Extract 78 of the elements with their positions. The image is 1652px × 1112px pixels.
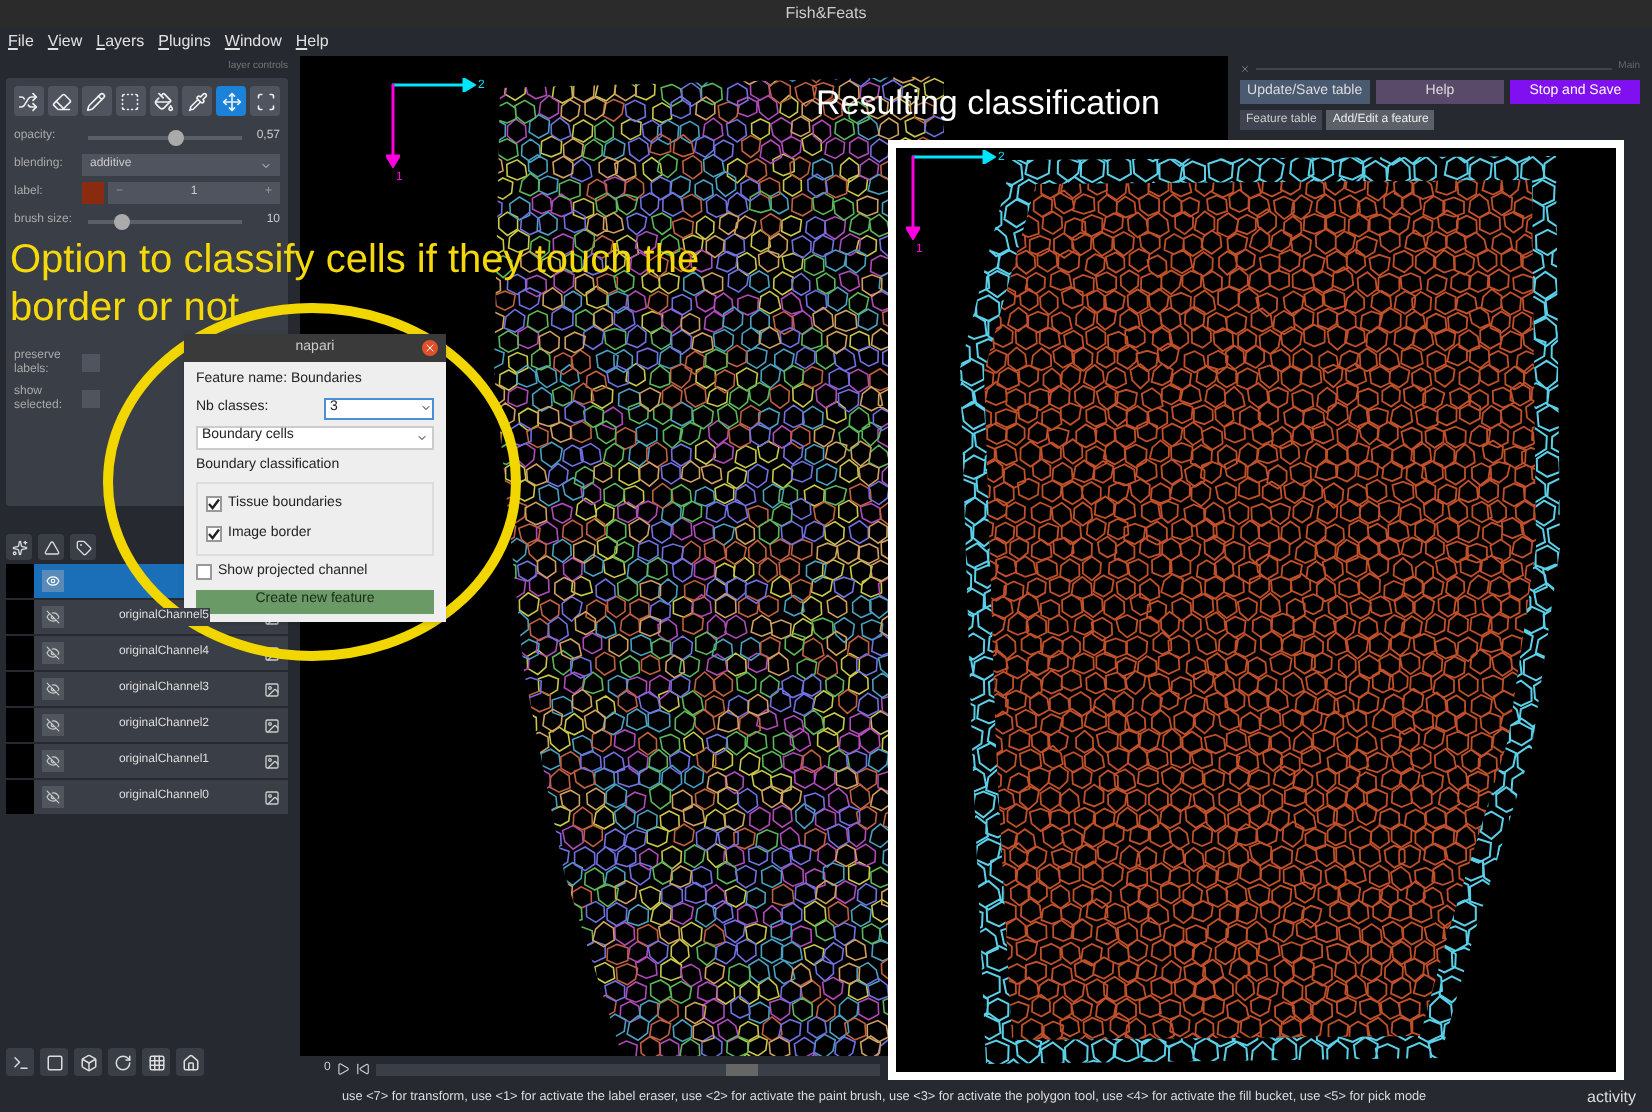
caret-icon	[420, 402, 432, 414]
console-button[interactable]	[6, 1048, 34, 1076]
move-icon	[221, 91, 242, 111]
image-icon	[264, 681, 280, 697]
tool-button[interactable]	[115, 86, 145, 116]
menu-item[interactable]: View	[47, 30, 83, 54]
close-icon	[424, 342, 436, 354]
checkbox[interactable]	[82, 390, 100, 408]
eye-icon[interactable]	[42, 570, 64, 592]
eye-off-icon[interactable]	[42, 606, 64, 628]
grid-button[interactable]	[142, 1048, 170, 1076]
eye-off-icon[interactable]	[42, 750, 64, 772]
image-icon	[264, 753, 280, 769]
tool-button[interactable]	[14, 86, 44, 116]
grid-icon	[147, 1053, 165, 1071]
tool-button[interactable]	[149, 86, 179, 116]
slider-handle[interactable]	[167, 129, 184, 145]
checkbox[interactable]	[196, 564, 212, 581]
layer-thumbnail	[6, 744, 34, 778]
caret-icon	[416, 431, 428, 443]
eye-off-icon[interactable]	[42, 786, 64, 808]
axis-x-arrow	[912, 150, 996, 164]
tool-button[interactable]	[216, 86, 247, 116]
menu-item[interactable]: Plugins	[158, 30, 211, 54]
menu-item[interactable]: File	[8, 30, 34, 54]
layer-tool-button[interactable]	[38, 534, 64, 560]
cube-icon	[79, 1053, 97, 1071]
rotate-icon	[113, 1053, 131, 1071]
image-icon	[264, 717, 280, 733]
menu-item[interactable]: Help	[295, 30, 329, 54]
square-icon	[45, 1053, 63, 1071]
slider-handle[interactable]	[113, 213, 130, 229]
eye-off-icon[interactable]	[42, 642, 64, 664]
home-button[interactable]	[176, 1048, 204, 1076]
layer-thumbnail	[6, 636, 34, 670]
tool-button[interactable]	[250, 86, 280, 116]
image-icon	[264, 789, 280, 805]
axis-y-arrow	[906, 156, 920, 240]
checkbox[interactable]	[206, 496, 222, 513]
eye-off-icon[interactable]	[42, 714, 64, 736]
play-icon[interactable]	[336, 1062, 351, 1076]
terminal-icon	[11, 1053, 29, 1071]
layer-tool-button[interactable]	[6, 534, 32, 560]
layer-thumbnail	[6, 600, 34, 634]
menu-item[interactable]: Window	[224, 30, 282, 54]
axis-x-arrow	[392, 78, 476, 92]
picker-icon	[187, 91, 208, 111]
activity-button[interactable]: activity	[1587, 1085, 1636, 1109]
eraser-icon	[52, 91, 73, 111]
axis-y-arrow	[386, 84, 400, 168]
window-title: Fish&Feats	[785, 2, 867, 26]
layer-thumbnail	[6, 780, 34, 814]
triangle-icon	[43, 539, 59, 555]
close-button[interactable]	[422, 340, 438, 356]
frame-slider-track[interactable]	[376, 1063, 880, 1075]
eye-off-icon[interactable]	[42, 678, 64, 700]
tag-icon	[75, 539, 91, 555]
tool-button[interactable]	[47, 86, 78, 116]
shuffle-icon	[18, 91, 39, 111]
roll-button[interactable]	[74, 1048, 102, 1076]
fill-icon	[153, 91, 174, 111]
image-icon	[264, 645, 280, 661]
ndisplay-button[interactable]	[40, 1048, 68, 1076]
home-icon	[181, 1053, 199, 1071]
checkbox[interactable]	[82, 354, 100, 372]
transpose-button[interactable]	[108, 1048, 136, 1076]
layer-thumbnail	[6, 564, 34, 598]
checkbox[interactable]	[206, 525, 222, 542]
layer-thumbnail	[6, 672, 34, 706]
layer-tool-button[interactable]	[70, 534, 96, 560]
caret-icon	[260, 159, 272, 171]
tool-button[interactable]	[81, 86, 112, 116]
tool-button[interactable]	[182, 86, 213, 116]
label-color-swatch[interactable]	[82, 182, 104, 204]
menu-item[interactable]: Layers	[96, 30, 145, 54]
brush-icon	[86, 91, 107, 111]
skip-back-icon[interactable]	[356, 1062, 371, 1076]
layer-thumbnail	[6, 708, 34, 742]
